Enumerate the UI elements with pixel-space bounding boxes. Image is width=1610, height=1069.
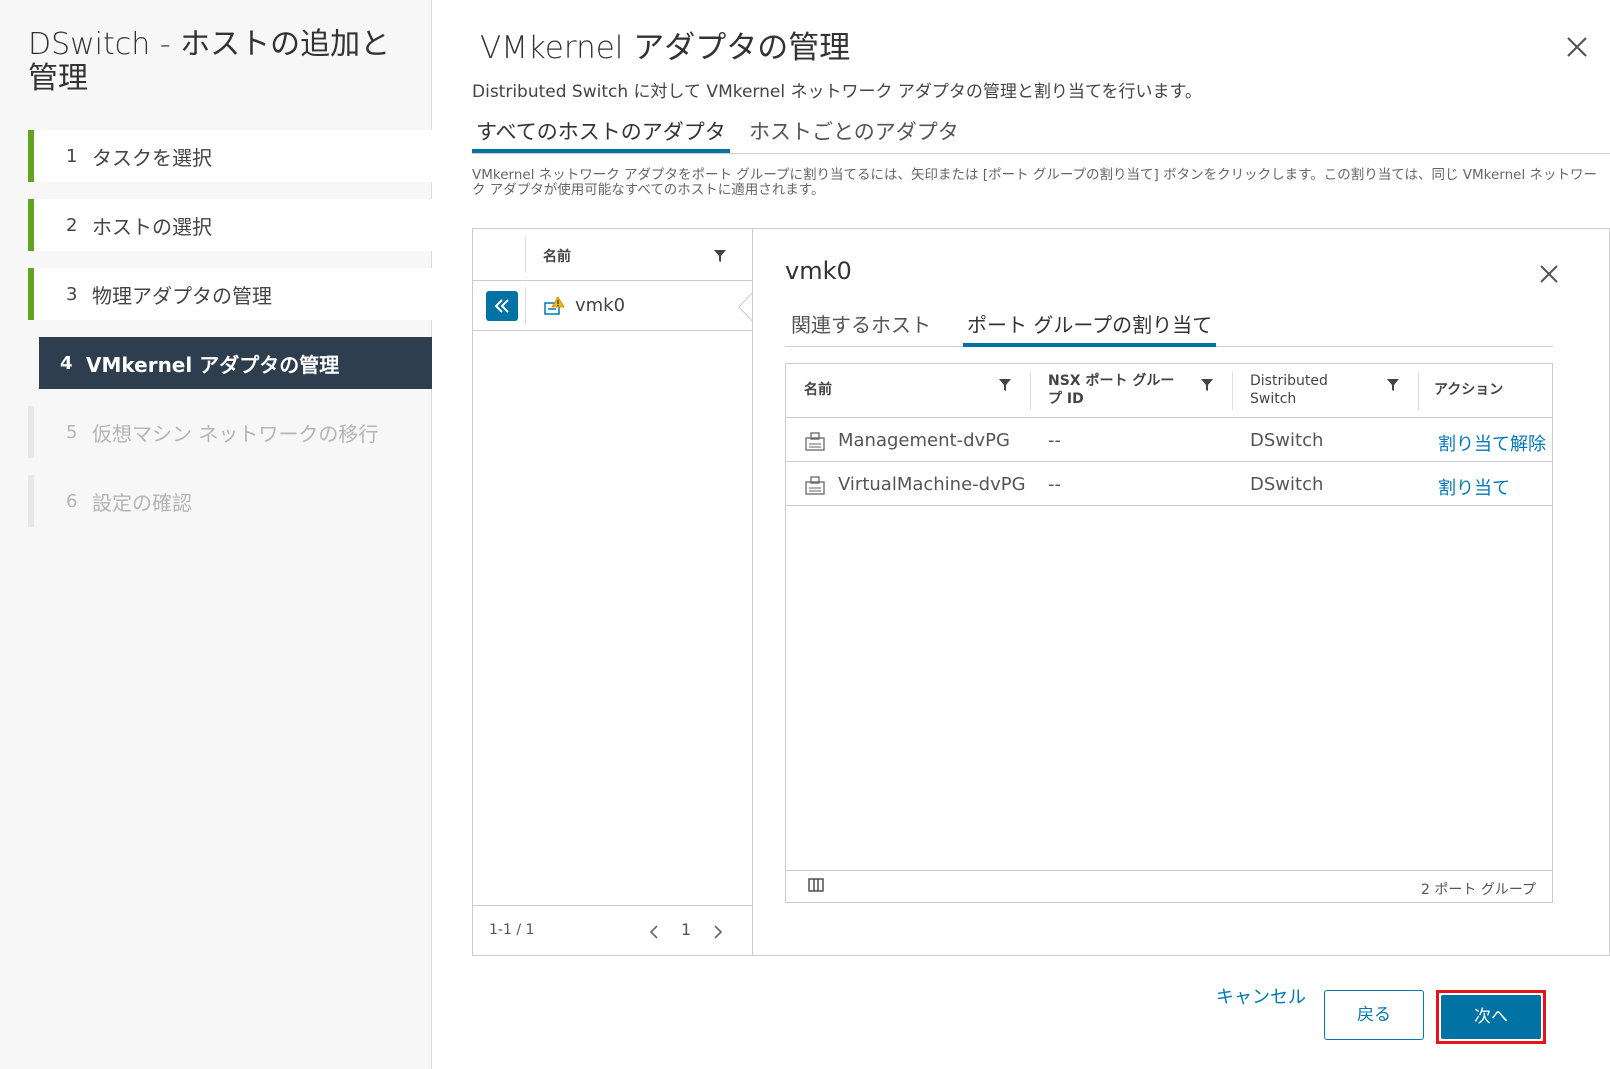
- column-header-switch-line2: Switch: [1250, 391, 1297, 407]
- column-divider: [1418, 372, 1419, 410]
- switch-name: DSwitch: [1250, 474, 1324, 495]
- collapse-detail-button[interactable]: [486, 291, 518, 321]
- filter-icon[interactable]: [1200, 378, 1214, 392]
- column-header-name: 名前: [543, 249, 571, 265]
- port-group-icon: [805, 432, 825, 451]
- step-number: 2: [66, 214, 78, 236]
- port-group-count: 2 ポート グループ: [1421, 882, 1536, 898]
- adapter-list-header: 名前: [473, 229, 752, 281]
- adapter-detail: vmk0 関連するホスト ポート グループの割り当て 名前 NSX ポート グル…: [753, 229, 1609, 955]
- tab-all-host-adapters[interactable]: すべてのホストのアダプタ: [472, 116, 730, 153]
- page-description: Distributed Switch に対して VMkernel ネットワーク …: [472, 82, 1202, 102]
- step-number: 1: [66, 145, 78, 167]
- column-divider: [1232, 372, 1233, 410]
- wizard-sidebar: DSwitch - ホストの追加と管理 1 タスクを選択 2 ホストの選択 3 …: [0, 0, 432, 1069]
- filter-icon[interactable]: [998, 378, 1012, 392]
- wizard-title: DSwitch - ホストの追加と管理: [28, 27, 391, 96]
- port-group-icon: [805, 476, 825, 495]
- wizard-step-5: 5 仮想マシン ネットワークの移行: [28, 406, 432, 458]
- column-header-nsx-line2: プ ID: [1048, 391, 1084, 407]
- wizard-step-6: 6 設定の確認: [28, 475, 432, 527]
- nsx-id: --: [1048, 474, 1061, 495]
- next-button[interactable]: 次へ: [1441, 995, 1541, 1039]
- assign-link[interactable]: 割り当て: [1438, 474, 1510, 500]
- adapter-tabs: すべてのホストのアダプタ ホストごとのアダプタ: [472, 112, 1610, 154]
- page-number: 1: [681, 920, 692, 939]
- column-divider: [1030, 372, 1031, 410]
- back-button[interactable]: 戻る: [1324, 990, 1424, 1040]
- filter-icon[interactable]: [713, 249, 727, 263]
- unassign-link[interactable]: 割り当て解除: [1438, 430, 1546, 456]
- info-text: VMkernel ネットワーク アダプタをポート グループに割り当てるには、矢印…: [472, 167, 1598, 198]
- adapter-name: vmk0: [575, 295, 626, 316]
- tab-port-group-assignment[interactable]: ポート グループの割り当て: [963, 309, 1217, 347]
- step-number: 6: [66, 490, 78, 512]
- chevron-right-icon[interactable]: [713, 925, 723, 939]
- step-label: 設定の確認: [92, 490, 192, 515]
- wizard-step-2[interactable]: 2 ホストの選択: [28, 199, 432, 251]
- adapter-master-detail: 名前 vmk0 1-1 / 1 1 vmk0 関連するホスト ポート グループの…: [472, 228, 1610, 956]
- vmkernel-warning-icon: [544, 296, 565, 315]
- port-group-name: Management-dvPG: [838, 430, 1010, 451]
- column-header-nsx-line1: NSX ポート グルー: [1048, 373, 1175, 389]
- close-icon[interactable]: [1562, 32, 1592, 62]
- list-item[interactable]: vmk0: [473, 281, 753, 331]
- step-label: VMkernel アダプタの管理: [86, 352, 340, 377]
- pagination-count: 1-1 / 1: [489, 922, 535, 938]
- close-detail-icon[interactable]: [1536, 261, 1562, 287]
- wizard-step-1[interactable]: 1 タスクを選択: [28, 130, 432, 182]
- step-label: ホストの選択: [92, 214, 212, 239]
- grid-header: 名前 NSX ポート グルー プ ID Distributed Switch ア…: [786, 364, 1552, 418]
- selection-caret-icon: [738, 293, 753, 321]
- next-button-highlight: 次へ: [1436, 990, 1546, 1044]
- chevron-left-icon[interactable]: [649, 925, 659, 939]
- double-chevron-left-icon: [494, 299, 509, 313]
- filter-icon[interactable]: [1386, 378, 1400, 392]
- detail-title: vmk0: [785, 257, 852, 285]
- column-divider: [525, 287, 526, 325]
- column-toggle-icon[interactable]: [808, 878, 824, 892]
- main-panel: VMkernel アダプタの管理 Distributed Switch に対して…: [432, 0, 1610, 1069]
- wizard-step-3[interactable]: 3 物理アダプタの管理: [28, 268, 432, 320]
- cancel-button[interactable]: キャンセル: [1208, 976, 1314, 1020]
- step-label: 物理アダプタの管理: [92, 283, 272, 308]
- nsx-id: --: [1048, 430, 1061, 451]
- adapter-list-footer: 1-1 / 1 1: [473, 905, 752, 955]
- table-row[interactable]: VirtualMachine-dvPG -- DSwitch 割り当て: [786, 462, 1552, 506]
- step-label: 仮想マシン ネットワークの移行: [92, 421, 379, 446]
- grid-footer: 2 ポート グループ: [786, 870, 1552, 902]
- port-group-grid: 名前 NSX ポート グルー プ ID Distributed Switch ア…: [785, 363, 1553, 903]
- page-title: VMkernel アダプタの管理: [480, 30, 851, 66]
- detail-tabs: 関連するホスト ポート グループの割り当て: [785, 303, 1553, 347]
- table-row[interactable]: Management-dvPG -- DSwitch 割り当て解除: [786, 418, 1552, 462]
- step-label: タスクを選択: [92, 145, 212, 170]
- column-divider: [525, 237, 526, 273]
- port-group-name: VirtualMachine-dvPG: [838, 474, 1026, 495]
- switch-name: DSwitch: [1250, 430, 1324, 451]
- wizard-steps: 1 タスクを選択 2 ホストの選択 3 物理アダプタの管理 4 VMkernel…: [28, 130, 432, 544]
- column-header-switch-line1: Distributed: [1250, 373, 1328, 389]
- tab-per-host-adapters[interactable]: ホストごとのアダプタ: [745, 116, 963, 153]
- step-number: 3: [66, 283, 78, 305]
- wizard-step-4[interactable]: 4 VMkernel アダプタの管理: [39, 337, 432, 389]
- tab-related-hosts[interactable]: 関連するホスト: [787, 309, 935, 347]
- step-number: 5: [66, 421, 78, 443]
- step-number: 4: [60, 352, 73, 374]
- adapter-list: 名前 vmk0 1-1 / 1 1: [473, 229, 753, 955]
